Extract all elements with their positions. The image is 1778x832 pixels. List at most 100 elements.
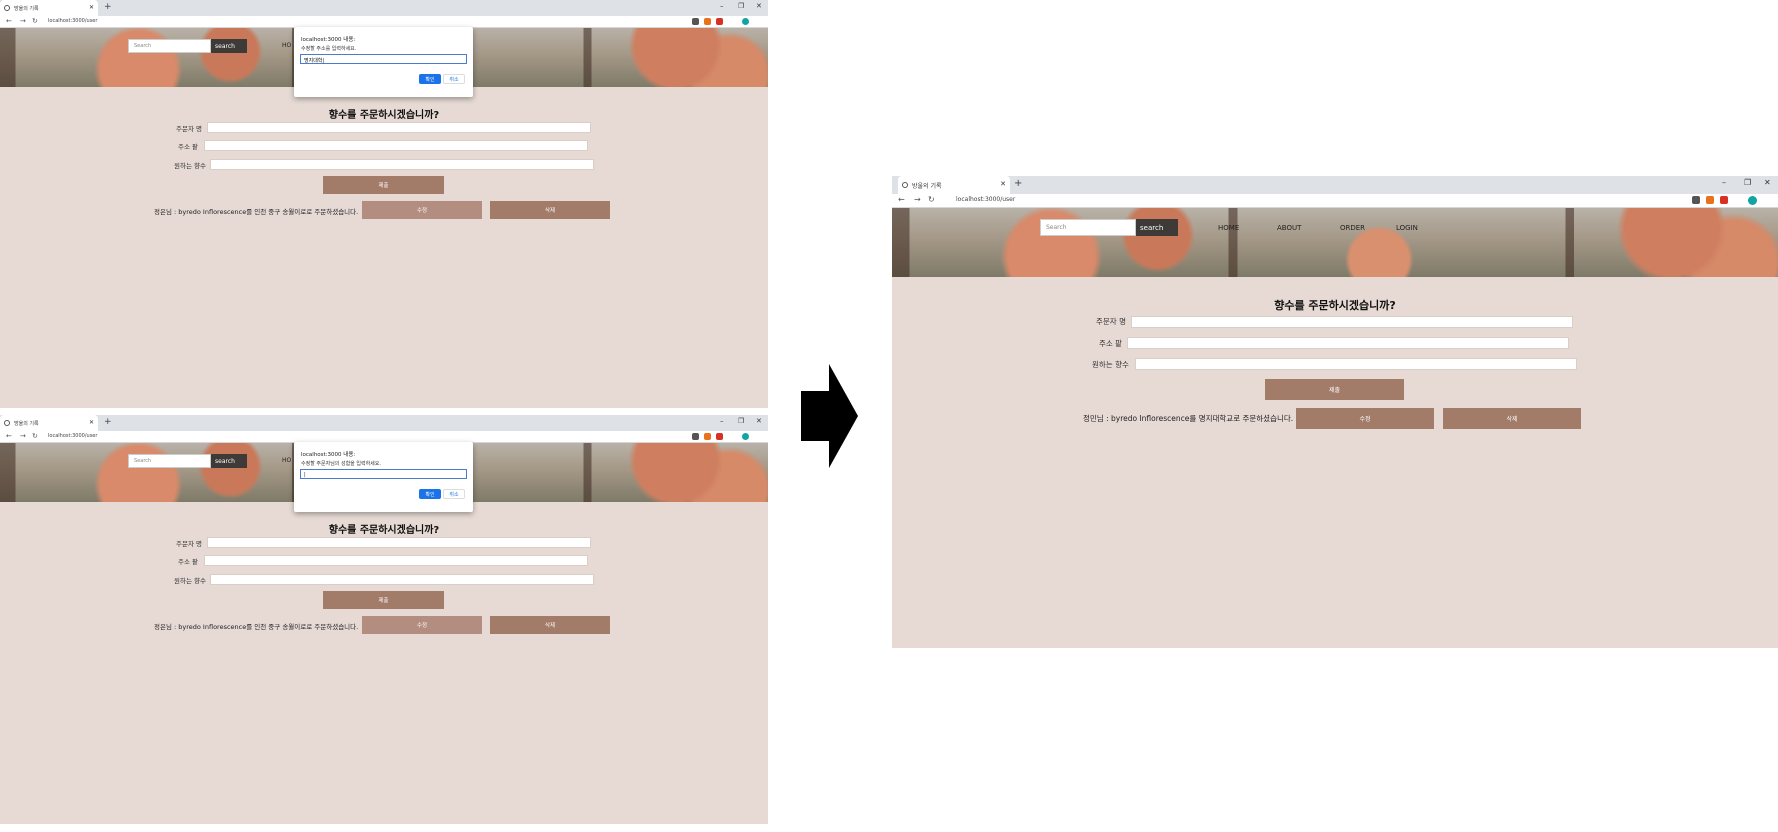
profile-avatar-icon[interactable] [1748, 196, 1757, 205]
label-address: 주소 팥 [178, 143, 199, 151]
globe-icon [902, 182, 908, 188]
edit-button[interactable]: 수정 [362, 201, 482, 219]
label-perfume: 원하는 향수 [1092, 360, 1129, 369]
tab-title: 방울의 기록 [912, 182, 942, 190]
orderer-name-input[interactable] [207, 537, 591, 548]
extension-icon[interactable] [1692, 196, 1700, 204]
browser-tab[interactable]: 방울의 기록 ✕ [0, 415, 98, 431]
extension-icon[interactable] [716, 18, 723, 25]
nav-home[interactable]: HOME [1218, 224, 1239, 232]
dialog-title: localhost:3000 내용: [301, 452, 356, 458]
reload-icon[interactable]: ↻ [32, 432, 38, 440]
url-field[interactable]: localhost:3000/user [48, 433, 97, 439]
reload-icon[interactable]: ↻ [32, 17, 38, 25]
screenshot-before-address-edit: 방울의 기록 ✕ + – ❐ ✕ ← → ↻ localhost:3000/us… [0, 0, 768, 408]
address-input[interactable] [1127, 337, 1569, 349]
page-title: 향수를 주문하시겠습니까? [328, 110, 440, 121]
close-tab-icon[interactable]: ✕ [89, 419, 94, 426]
address-input[interactable] [204, 555, 588, 566]
extension-icon[interactable] [704, 18, 711, 25]
perfume-input[interactable] [1135, 358, 1577, 370]
search-button[interactable]: search [211, 454, 247, 468]
forward-icon[interactable]: → [20, 17, 26, 25]
tab-title: 방울의 기록 [14, 420, 39, 427]
browser-tab[interactable]: 방울의 기록 ✕ [898, 176, 1010, 194]
page-title: 향수를 주문하시겠습니까? [328, 525, 440, 536]
search-input[interactable]: Search [128, 454, 211, 468]
url-field[interactable]: localhost:3000/user [48, 18, 97, 24]
reload-icon[interactable]: ↻ [928, 195, 935, 204]
extension-icon[interactable] [692, 18, 699, 25]
restore-button[interactable]: ❐ [738, 2, 744, 10]
dialog-input[interactable]: 명지대학| [300, 54, 467, 64]
restore-button[interactable]: ❐ [738, 417, 744, 425]
orderer-name-input[interactable] [207, 122, 591, 133]
label-address: 주소 팥 [178, 558, 199, 566]
perfume-input[interactable] [210, 574, 594, 585]
tab-title: 방울의 기록 [14, 5, 39, 12]
new-tab-button[interactable]: + [1014, 178, 1022, 189]
label-orderer-name: 주문자 명 [1096, 317, 1126, 326]
dialog-message: 수정할 주소를 입력하세요. [301, 46, 357, 52]
address-input[interactable] [204, 140, 588, 151]
edit-button[interactable]: 수정 [362, 616, 482, 634]
close-tab-icon[interactable]: ✕ [1000, 180, 1006, 188]
new-tab-button[interactable]: + [104, 2, 112, 12]
dialog-cancel-button[interactable]: 취소 [443, 489, 465, 499]
profile-avatar-icon[interactable] [742, 18, 749, 25]
submit-button[interactable]: 제출 [323, 591, 444, 609]
close-tab-icon[interactable]: ✕ [89, 4, 94, 11]
search-button[interactable]: search [1136, 219, 1178, 236]
label-perfume: 원하는 향수 [174, 162, 206, 170]
dialog-ok-button[interactable]: 확인 [419, 489, 441, 499]
delete-button[interactable]: 삭제 [490, 616, 610, 634]
dialog-ok-button[interactable]: 확인 [419, 74, 441, 84]
browser-tabbar: 방울의 기록 ✕ + – ❐ ✕ [892, 176, 1778, 194]
close-window-button[interactable]: ✕ [756, 2, 762, 10]
extension-icon[interactable] [1706, 196, 1714, 204]
profile-avatar-icon[interactable] [742, 433, 749, 440]
dialog-cancel-button[interactable]: 취소 [443, 74, 465, 84]
screenshot-before-name-edit: 방울의 기록 ✕ + – ❐ ✕ ← → ↻ localhost:3000/us… [0, 415, 768, 824]
browser-tab[interactable]: 방울의 기록 ✕ [0, 0, 98, 16]
close-window-button[interactable]: ✕ [756, 417, 762, 425]
new-tab-button[interactable]: + [104, 417, 112, 427]
nav-login[interactable]: LOGIN [1396, 224, 1418, 232]
orderer-name-input[interactable] [1131, 316, 1573, 328]
dialog-title: localhost:3000 내용: [301, 37, 356, 43]
extension-icon[interactable] [716, 433, 723, 440]
minimize-button[interactable]: – [720, 2, 724, 10]
nav-home[interactable]: HO [282, 457, 291, 464]
order-summary: 정은님 : byredo Inflorescence를 인천 중구 송월이로로 … [154, 208, 359, 216]
search-button[interactable]: search [211, 39, 247, 53]
forward-icon[interactable]: → [914, 195, 921, 204]
close-window-button[interactable]: ✕ [1764, 178, 1771, 187]
minimize-button[interactable]: – [1722, 178, 1726, 187]
browser-tabbar: 방울의 기록 ✕ + – ❐ ✕ [0, 0, 768, 16]
nav-about[interactable]: ABOUT [1277, 224, 1301, 232]
prompt-dialog: localhost:3000 내용: 수정할 주소를 입력하세요. 명지대학| … [294, 27, 473, 97]
back-icon[interactable]: ← [6, 432, 12, 440]
back-icon[interactable]: ← [6, 17, 12, 25]
submit-button[interactable]: 제출 [323, 176, 444, 194]
search-input[interactable]: Search [1040, 219, 1136, 236]
order-summary: 정은님 : byredo Inflorescence를 인천 중구 송월이로로 … [154, 623, 359, 631]
submit-button[interactable]: 제출 [1265, 379, 1404, 400]
nav-home[interactable]: HO [282, 42, 291, 49]
minimize-button[interactable]: – [720, 417, 724, 425]
nav-order[interactable]: ORDER [1340, 224, 1365, 232]
extension-icon[interactable] [1720, 196, 1728, 204]
extension-icon[interactable] [704, 433, 711, 440]
delete-button[interactable]: 삭제 [490, 201, 610, 219]
search-input[interactable]: Search [128, 39, 211, 53]
url-field[interactable]: localhost:3000/user [956, 196, 1015, 203]
forward-icon[interactable]: → [20, 432, 26, 440]
perfume-input[interactable] [210, 159, 594, 170]
back-icon[interactable]: ← [898, 195, 905, 204]
extension-icon[interactable] [692, 433, 699, 440]
delete-button[interactable]: 삭제 [1443, 408, 1581, 429]
label-orderer-name: 주문자 명 [176, 540, 202, 548]
edit-button[interactable]: 수정 [1296, 408, 1434, 429]
dialog-input[interactable]: | [300, 469, 467, 479]
restore-button[interactable]: ❐ [1744, 178, 1751, 187]
